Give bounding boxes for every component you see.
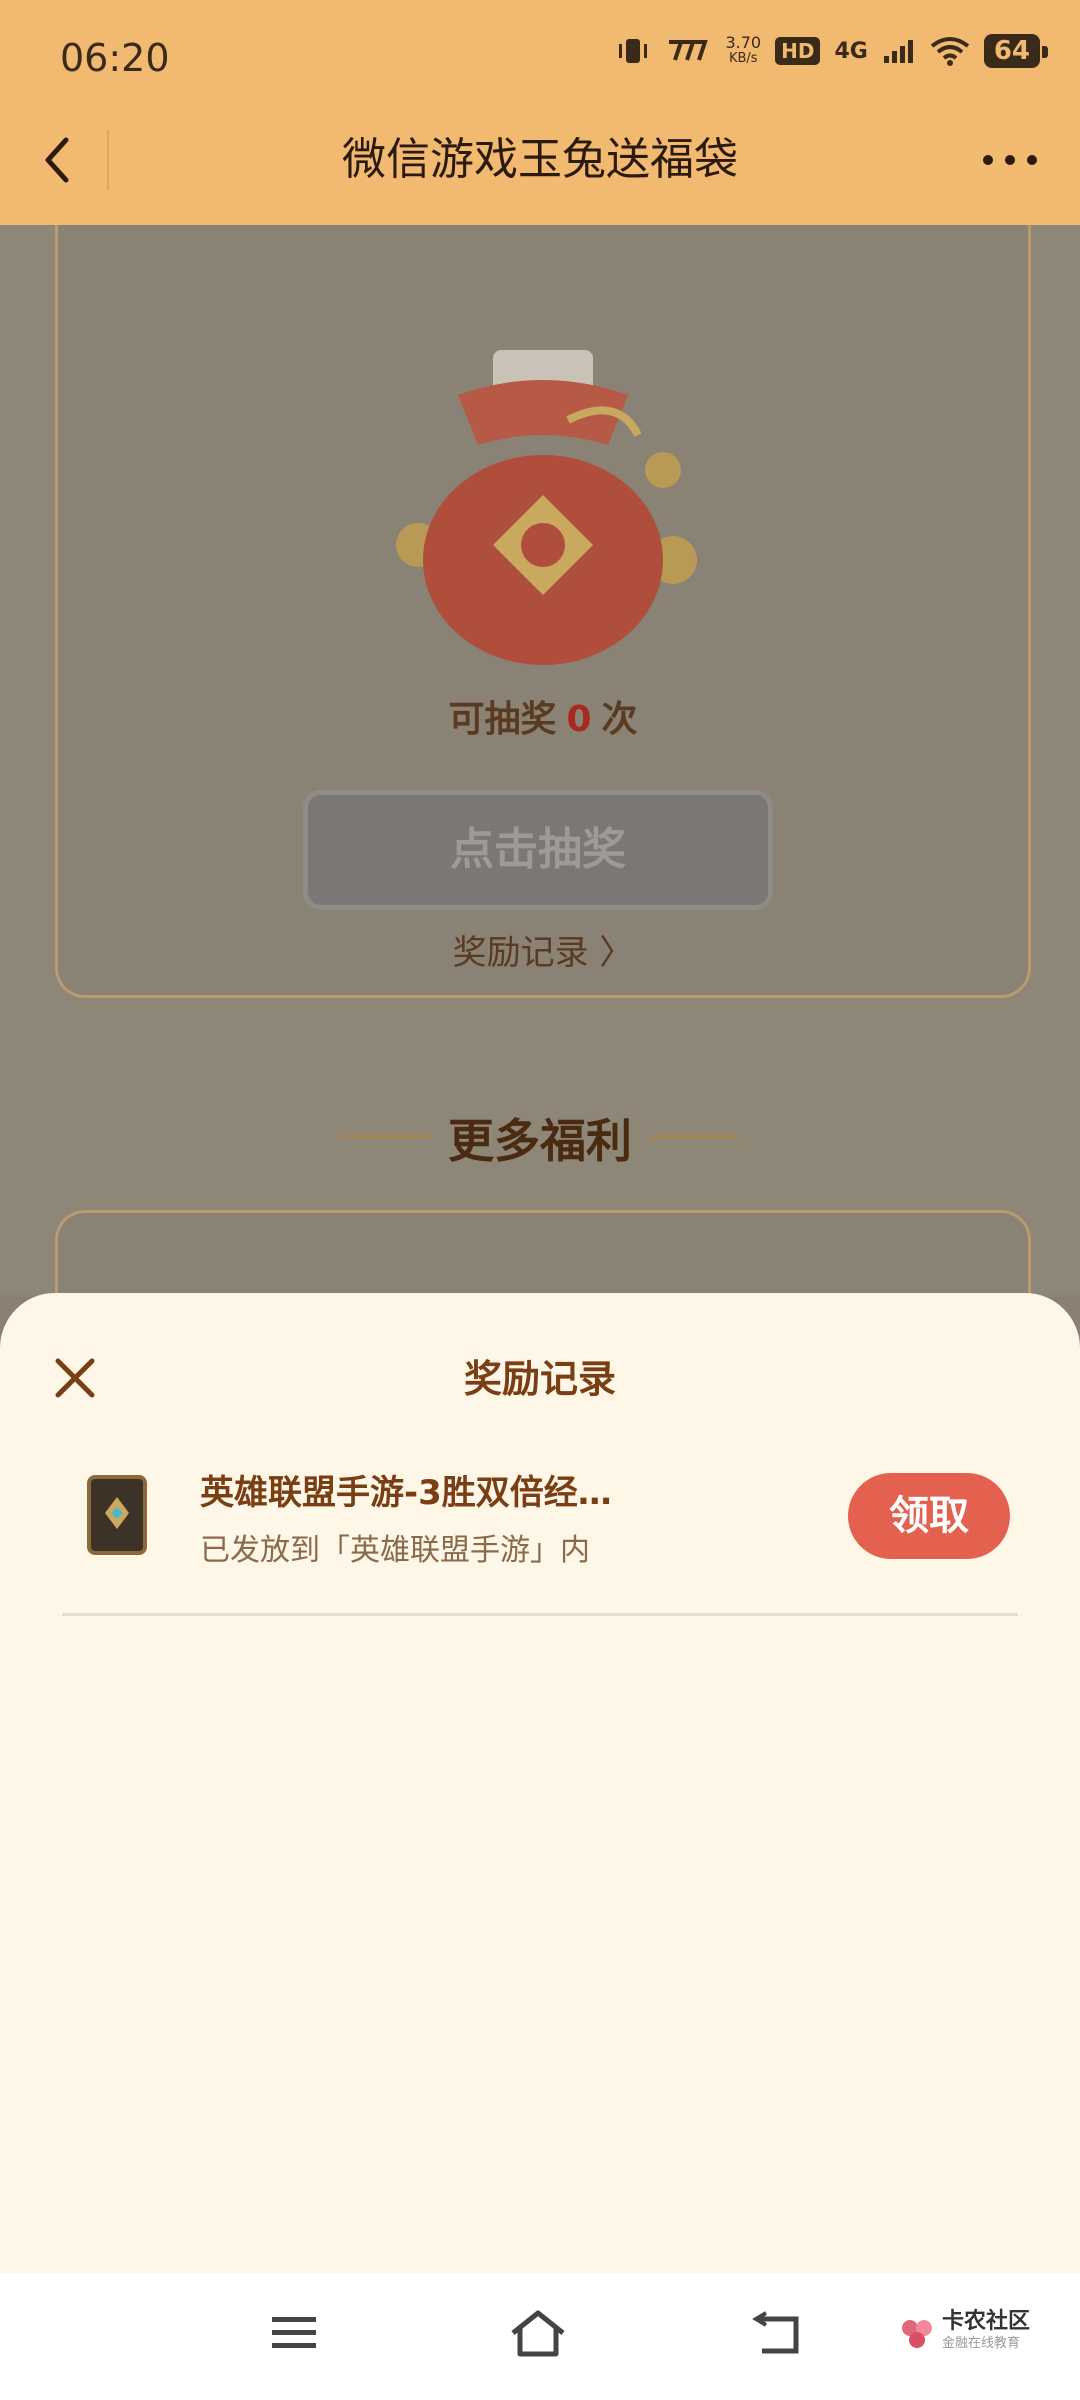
chances-prefix: 可抽奖 [448,699,557,740]
more-benefits-title: 更多福利 [448,1114,632,1168]
page-title: 微信游戏玉兔送福袋 [342,134,738,185]
lucky-bag-icon [396,350,697,665]
reward-title: 英雄联盟手游-3胜双倍经… [200,1473,612,1513]
battery-indicator: 64 [983,34,1049,68]
reward-record-link[interactable]: 奖励记录 〉 [58,925,1028,974]
claim-button[interactable]: 领取 [848,1473,1010,1559]
reward-record-sheet: 奖励记录 英雄联盟手游-3胜双倍经… 已发放到「英雄联盟手游」内 领取 [0,1293,1080,2273]
wifi-icon [930,37,970,66]
top-bar: 06:20 3.70 KB/s HD 4G 64 微信游戏玉兔送福袋 [0,0,1080,225]
hd-badge: HD [775,37,821,65]
sheet-title: 奖励记录 [463,1357,616,1401]
draw-button[interactable]: 点击抽奖 [303,790,773,910]
lottery-card: 可抽奖 0 次 点击抽奖 奖励记录 〉 [55,225,1031,998]
menu-icon[interactable] [270,2313,318,2353]
network-type: 4G [834,38,868,64]
decorative-line-right [650,1135,740,1138]
watermark-logo-icon [902,2320,932,2348]
status-time: 06:20 [60,36,170,80]
chances-count: 可抽奖 0 次 [58,690,1028,742]
watermark-name: 卡农社区 [942,2309,1031,2334]
back-icon[interactable] [752,2311,802,2357]
reward-subtitle: 已发放到「英雄联盟手游」内 [200,1533,590,1568]
speed-unit: KB/s [728,51,758,66]
status-icons: 3.70 KB/s HD 4G 64 [615,34,1049,68]
signal-icon [883,40,913,63]
chances-suffix: 次 [601,699,638,740]
network-speed: 3.70 KB/s [725,35,761,67]
hotspot-icon [669,40,709,61]
row-divider [62,1613,1018,1616]
card-reward-icon [87,1475,147,1555]
background-content: 可抽奖 0 次 点击抽奖 奖励记录 〉 更多福利 [0,225,1080,1333]
chances-number: 0 [566,699,592,740]
system-nav-bar: 卡农社区 金融在线教育 [0,2273,1080,2400]
vibrate-icon [619,39,648,63]
watermark-slogan: 金融在线教育 [942,2336,1021,2351]
speed-value: 3.70 [725,33,762,52]
home-icon[interactable] [508,2308,568,2358]
more-options-icon[interactable] [980,150,1040,170]
list-item: 英雄联盟手游-3胜双倍经… 已发放到「英雄联盟手游」内 领取 [60,1453,1020,1603]
watermark: 卡农社区 金融在线教育 [900,2311,1030,2355]
